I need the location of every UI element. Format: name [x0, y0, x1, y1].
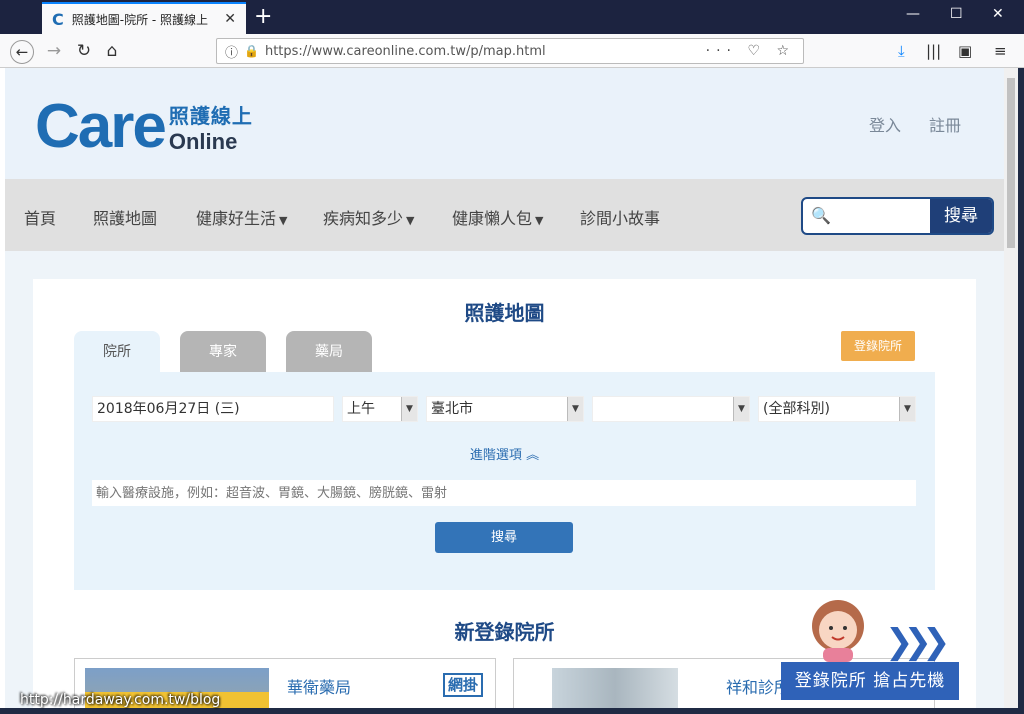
department-value: (全部科別) — [763, 401, 830, 417]
site-search: 🔍 搜尋 — [801, 197, 994, 235]
period-select[interactable]: 上午 ▼ — [342, 396, 418, 422]
favicon-icon: C — [52, 9, 64, 29]
page-title: 照護地圖 — [464, 301, 545, 325]
lock-icon: 🔒 — [244, 44, 259, 58]
site-logo[interactable]: Care 照護線上 Online — [35, 96, 253, 158]
menu-item-clinic-stories[interactable]: 診間小故事 — [580, 205, 660, 229]
library-icon[interactable]: ||| — [926, 42, 941, 60]
chevron-up-icon: ︽ — [526, 448, 540, 463]
menu-icon[interactable]: ≡ — [994, 42, 1007, 60]
menu-label: 健康好生活 — [196, 209, 277, 228]
forward-icon[interactable]: → — [42, 40, 66, 64]
menu-item-diseases[interactable]: 疾病知多少 ▼ — [323, 205, 414, 229]
scrollbar[interactable] — [1004, 68, 1018, 708]
info-icon[interactable]: ⓘ — [225, 42, 238, 61]
browser-navbar: ← → ↻ ⌂ ⓘ 🔒 https://www.careonline.com.t… — [0, 34, 1024, 68]
url-bar[interactable]: ⓘ 🔒 https://www.careonline.com.tw/p/map.… — [216, 38, 804, 64]
facility-keyword-input[interactable] — [92, 480, 916, 506]
browser-titlebar: C 照護地圖-院所 - 照護線上 ✕ + — ☐ ✕ — [0, 0, 1024, 34]
promo-character-icon — [812, 600, 864, 662]
menu-item-home[interactable]: 首頁 — [24, 205, 56, 229]
menu-label: 健康懶人包 — [452, 209, 533, 228]
web-page: Care 照護線上 Online 登入 註冊 首頁 照護地圖 健康好生活 ▼ 疾病… — [5, 68, 1004, 708]
new-tab-icon[interactable]: + — [254, 4, 272, 29]
download-icon[interactable]: ⤓ — [898, 42, 905, 60]
watermark: http://hardaway.com.tw/blog — [20, 692, 221, 708]
logo-en: Online — [168, 128, 238, 154]
browser-tab[interactable]: C 照護地圖-院所 - 照護線上 ✕ — [42, 2, 246, 34]
tab-title: 照護地圖-院所 - 照護線上 — [71, 12, 209, 27]
tab-clinics[interactable]: 院所 — [74, 331, 160, 373]
register-clinic-button[interactable]: 登錄院所 — [841, 331, 915, 361]
clinic-photo — [552, 668, 678, 708]
minimize-icon[interactable]: — — [906, 6, 920, 22]
close-window-icon[interactable]: ✕ — [992, 6, 1004, 22]
search-form: 2018年06月27日 (三) 上午 ▼ 臺北市 ▼ ▼ (全部科別) ▼ 進階選項 … — [74, 372, 935, 590]
chevron-down-icon: ▼ — [567, 397, 583, 421]
site-header: Care 照護線上 Online 登入 註冊 — [5, 68, 1004, 179]
promo-banner[interactable]: 登錄院所 搶占先機 — [781, 662, 959, 700]
logo-care: Care — [35, 92, 167, 161]
department-select[interactable]: (全部科別) ▼ — [758, 396, 916, 422]
chevron-down-icon: ▼ — [733, 397, 749, 421]
login-link[interactable]: 登入 — [869, 112, 901, 136]
site-search-button[interactable]: 搜尋 — [930, 199, 992, 233]
menu-label: 疾病知多少 — [323, 209, 404, 228]
register-link[interactable]: 註冊 — [929, 112, 961, 136]
advanced-options-toggle[interactable]: 進階選項 ︽ — [74, 444, 935, 463]
city-select[interactable]: 臺北市 ▼ — [426, 396, 584, 422]
caret-down-icon: ▼ — [279, 214, 288, 227]
sidebar-icon[interactable]: ▣ — [958, 42, 972, 60]
main-menu: 首頁 照護地圖 健康好生活 ▼ 疾病知多少 ▼ 健康懶人包 ▼ 診間小故事 🔍 搜尋 — [5, 179, 1004, 251]
promo-arrows-icon: ❯❯❯ — [885, 622, 951, 662]
date-field[interactable]: 2018年06月27日 (三) — [92, 396, 334, 422]
home-icon[interactable]: ⌂ — [100, 40, 124, 64]
chevron-down-icon: ▼ — [401, 397, 417, 421]
advanced-label: 進階選項 — [469, 448, 522, 463]
logo-zh: 照護線上 — [168, 103, 253, 128]
close-tab-icon[interactable]: ✕ — [224, 11, 236, 27]
clinic-name[interactable]: 華衛藥局 — [287, 674, 351, 698]
search-button[interactable]: 搜尋 — [435, 522, 573, 553]
menu-item-healthy-life[interactable]: 健康好生活 ▼ — [196, 205, 287, 229]
city-value: 臺北市 — [431, 401, 473, 417]
tab-pharmacies[interactable]: 藥局 — [286, 331, 372, 373]
reload-icon[interactable]: ↻ — [72, 40, 96, 64]
caret-down-icon: ▼ — [406, 214, 415, 227]
online-booking-badge: 網掛 — [443, 673, 483, 697]
period-value: 上午 — [347, 401, 375, 417]
maximize-icon[interactable]: ☐ — [950, 6, 963, 22]
menu-item-health-packs[interactable]: 健康懶人包 ▼ — [452, 205, 543, 229]
tab-experts[interactable]: 專家 — [180, 331, 266, 373]
search-icon: 🔍 — [811, 206, 831, 225]
district-select[interactable]: ▼ — [592, 396, 750, 422]
url-text: https://www.careonline.com.tw/p/map.html — [264, 43, 546, 59]
page-actions-icon[interactable]: ··· ♡ ☆ — [706, 43, 795, 59]
back-icon[interactable]: ← — [10, 40, 34, 64]
caret-down-icon: ▼ — [535, 214, 544, 227]
scrollbar-thumb[interactable] — [1007, 78, 1015, 248]
chevron-down-icon: ▼ — [899, 397, 915, 421]
site-search-input[interactable] — [835, 199, 925, 233]
menu-item-care-map[interactable]: 照護地圖 — [93, 205, 157, 229]
